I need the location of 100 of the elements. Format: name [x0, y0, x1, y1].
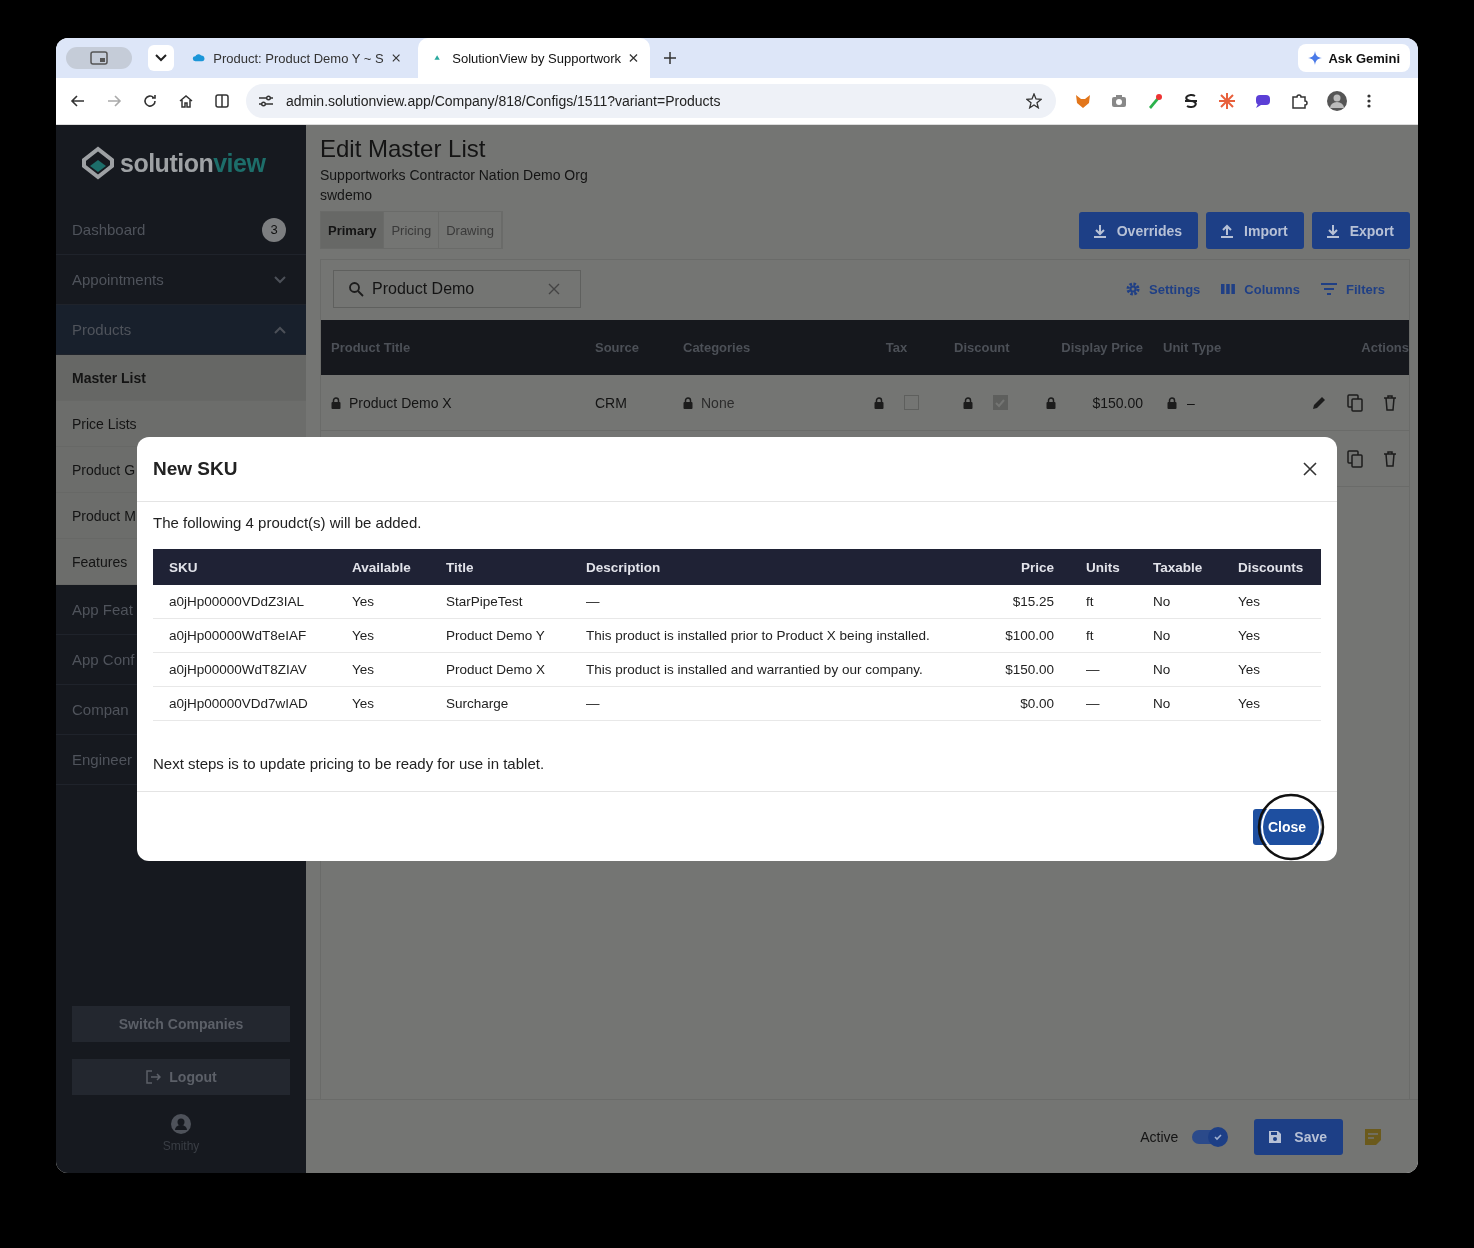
edit-icon[interactable]: [1311, 394, 1327, 411]
home-icon[interactable]: [178, 93, 194, 109]
dialog-message: The following 4 proudct(s) will be added.: [153, 514, 423, 531]
column-header: Units: [1085, 559, 1121, 575]
column-header: Price: [1019, 559, 1055, 575]
fox-icon[interactable]: [1074, 92, 1092, 110]
copy-icon[interactable]: [1347, 393, 1363, 412]
table-cell: CRM: [595, 394, 627, 411]
tab-title: Product: Product Demo Y ~ S: [213, 50, 384, 66]
table-cell-text: This product is installed and warrantied by our company.: [586, 662, 924, 677]
close-icon[interactable]: [1303, 462, 1317, 476]
table-cell-text: Yes: [1237, 696, 1262, 711]
table-cell-text: —: [1085, 662, 1101, 677]
table-cell-text: a0jHp00000VDdZ3IAL: [169, 594, 306, 609]
table-cell-text: Yes: [352, 594, 376, 609]
table-cell-text: Yes: [352, 628, 376, 643]
column-header: Available: [352, 559, 412, 575]
table-cell-text: Yes: [1237, 594, 1262, 609]
table-cell-text: Yes: [1237, 628, 1262, 643]
close-icon[interactable]: [629, 53, 638, 63]
window-icon[interactable]: [66, 47, 132, 69]
site-settings-icon[interactable]: [258, 94, 274, 108]
browser-tab[interactable]: SolutionView by Supportwork: [418, 38, 650, 78]
filter-icon: [1320, 282, 1338, 296]
new-tab-icon[interactable]: [664, 52, 676, 64]
download-icon: [1092, 223, 1107, 238]
sidebar-item[interactable]: Dashboard 3: [56, 205, 306, 255]
split-view-icon[interactable]: [214, 93, 230, 109]
table-cell-text: $15.25: [1011, 594, 1055, 609]
table-cell-text: —: [1085, 696, 1101, 711]
search-field[interactable]: Product Demo: [333, 270, 581, 308]
toolbar-button[interactable]: Settings: [1117, 281, 1209, 297]
column-header: Source: [595, 340, 641, 355]
chevron-down-icon: [155, 54, 167, 62]
tab[interactable]: Primary: [321, 212, 385, 248]
column-header: Description: [586, 559, 662, 575]
table-cell-text: StarPipeTest: [446, 594, 524, 609]
menu-icon[interactable]: [1366, 93, 1372, 109]
address-bar[interactable]: admin.solutionview.app/Company/818/Configs/1511?variant=Products: [246, 84, 1056, 118]
submenu-item[interactable]: Master List: [56, 355, 306, 401]
chevron-down-icon: [274, 275, 286, 284]
puzzle-icon[interactable]: [1290, 92, 1308, 110]
reload-icon[interactable]: [142, 93, 158, 109]
tab-title: SolutionView by Supportwork: [452, 50, 622, 66]
upload-icon: [1220, 223, 1235, 238]
action-button[interactable]: Overrides: [1078, 212, 1199, 249]
table-cell-text: a0jHp00000WdT8ZIAV: [169, 662, 308, 677]
switch-companies-button[interactable]: Switch Companies: [72, 1006, 290, 1042]
table-cell-text: No: [1152, 662, 1172, 677]
close-icon[interactable]: [391, 53, 400, 63]
column-header: Tax: [884, 340, 909, 355]
trash-icon[interactable]: [1383, 450, 1397, 467]
table-cell-text: No: [1152, 628, 1172, 643]
column-header: Display Price: [1060, 340, 1144, 355]
gear-icon: [1125, 281, 1142, 297]
action-button[interactable]: Import: [1206, 212, 1304, 249]
columns-icon: [1220, 282, 1237, 296]
table-cell: –: [1187, 394, 1195, 411]
tab-list-button[interactable]: [148, 45, 174, 71]
lock-icon: [683, 396, 693, 409]
table-cell-text: No: [1152, 594, 1172, 609]
lock-icon: [962, 396, 973, 409]
search-input[interactable]: Product Demo: [370, 279, 542, 299]
active-toggle[interactable]: [1192, 1129, 1227, 1144]
table-cell-text: a0jHp00000WdT8eIAF: [169, 628, 308, 643]
avatar-icon[interactable]: [1326, 90, 1348, 112]
camera-icon[interactable]: [1110, 92, 1128, 110]
column-header: Taxable: [1152, 559, 1204, 575]
copy-icon[interactable]: [1347, 449, 1363, 468]
lock-icon: [331, 396, 341, 409]
column-header: Categories: [683, 340, 752, 355]
dialog-note: Next steps is to update pricing to be ready for use in tablet.: [153, 755, 546, 772]
toolbar-button[interactable]: Filters: [1312, 281, 1393, 297]
logout-button[interactable]: Logout: [72, 1059, 290, 1095]
user-icon: [171, 1114, 191, 1134]
table-cell-text: Yes: [1237, 662, 1262, 677]
star-icon[interactable]: [1026, 93, 1042, 109]
table-cell-text: No: [1152, 696, 1172, 711]
table-cell-text: a0jHp00000VDd7wIAD: [169, 696, 309, 711]
action-button[interactable]: Export: [1311, 212, 1410, 249]
org-code: swdemo: [320, 187, 374, 203]
column-header: Discounts: [1237, 559, 1305, 575]
org-name: Supportworks Contractor Nation Demo Org: [320, 167, 589, 183]
toolbar-button[interactable]: Columns: [1212, 281, 1308, 297]
column-header: SKU: [169, 559, 199, 575]
tab[interactable]: Pricing: [384, 212, 440, 248]
trash-icon[interactable]: [1383, 394, 1397, 411]
logo: solutionview: [56, 125, 306, 205]
save-button[interactable]: Save: [1254, 1118, 1343, 1155]
table-cell-text: Product Demo Y: [446, 628, 546, 643]
floppy-icon: [1268, 1129, 1283, 1144]
browser-tab[interactable]: Product: Product Demo Y ~ S: [180, 38, 412, 78]
chat-icon[interactable]: [1254, 92, 1272, 110]
tab[interactable]: Drawing: [439, 212, 502, 248]
active-label: Active: [1140, 1128, 1179, 1145]
starburst-icon[interactable]: [1218, 92, 1236, 110]
search-icon: [348, 281, 364, 297]
extension-icon[interactable]: [1182, 92, 1200, 110]
ask-gemini-button[interactable]: Ask Gemini: [1298, 44, 1410, 72]
back-icon[interactable]: [70, 93, 86, 109]
